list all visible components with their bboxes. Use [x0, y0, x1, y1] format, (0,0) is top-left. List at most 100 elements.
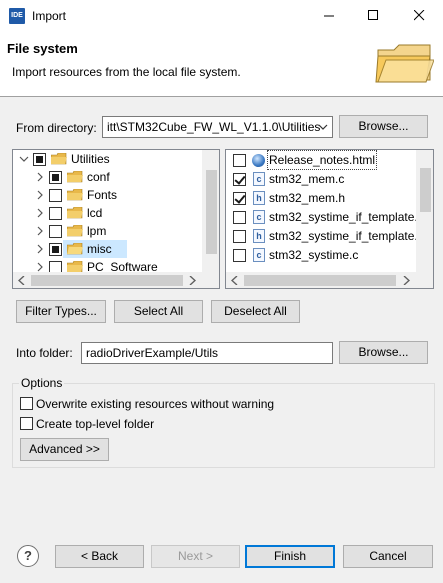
file-item-label: stm32_systime_if_template.c: [269, 210, 424, 224]
file-checkbox[interactable]: [233, 211, 246, 224]
from-directory-label: From directory:: [16, 121, 97, 135]
file-checkbox[interactable]: [233, 173, 246, 186]
chevron-right-icon[interactable]: [35, 226, 45, 236]
folder-icon: [67, 207, 83, 219]
tree-checkbox[interactable]: [49, 243, 62, 256]
scroll-right-button[interactable]: [184, 272, 201, 288]
minimize-button[interactable]: [307, 0, 351, 31]
c-file-icon: c: [253, 210, 265, 224]
advanced-button[interactable]: Advanced >>: [20, 438, 109, 461]
file-list-vertical-scrollbar[interactable]: [416, 150, 433, 272]
maximize-icon: [367, 10, 378, 20]
tree-item-misc[interactable]: misc: [13, 240, 219, 258]
file-checkbox[interactable]: [233, 192, 246, 205]
tree-item-label: lcd: [87, 206, 103, 220]
tree-checkbox[interactable]: [49, 225, 62, 238]
tree-item-label: Utilities: [71, 152, 110, 166]
from-directory-value: itt\STM32Cube_FW_WL_V1.1.0\Utilities: [107, 120, 321, 134]
c-file-icon: c: [253, 248, 265, 262]
tree-item-label: conf: [87, 170, 110, 184]
chevron-right-icon[interactable]: [35, 262, 45, 272]
chevron-down-icon[interactable]: [318, 123, 328, 131]
finish-button[interactable]: Finish: [245, 545, 335, 568]
into-folder-input[interactable]: radioDriverExample/Utils: [81, 342, 333, 364]
app-icon: IDE: [9, 8, 25, 24]
help-button[interactable]: ?: [17, 545, 39, 567]
options-legend: Options: [19, 375, 65, 391]
window-title: Import: [32, 9, 67, 23]
deselect-all-button[interactable]: Deselect All: [211, 300, 300, 323]
page-description: Import resources from the local file sys…: [12, 65, 241, 79]
file-item[interactable]: c stm32_mem.c: [226, 170, 433, 188]
file-item[interactable]: c stm32_systime_if_template.c: [226, 208, 433, 226]
tree-checkbox[interactable]: [49, 189, 62, 202]
folder-icon: [67, 189, 83, 201]
tree-vertical-scrollbar[interactable]: [202, 150, 219, 272]
tree-item-utilities[interactable]: Utilities: [13, 150, 219, 168]
file-item-label: stm32_systime.c: [269, 248, 359, 262]
scroll-right-button[interactable]: [398, 272, 415, 288]
chevron-right-icon: [189, 276, 196, 285]
tree-checkbox[interactable]: [33, 153, 46, 166]
file-item-label: stm32_mem.h: [269, 191, 346, 205]
file-checkbox[interactable]: [233, 230, 246, 243]
from-directory-browse-button[interactable]: Browse...: [339, 115, 428, 138]
chevron-right-icon[interactable]: [35, 244, 45, 254]
tree-item-fonts[interactable]: Fonts: [13, 186, 219, 204]
tree-item-lpm[interactable]: lpm: [13, 222, 219, 240]
folder-icon: [67, 225, 83, 237]
scrollbar-thumb[interactable]: [206, 170, 217, 254]
file-item[interactable]: Release_notes.html: [226, 150, 433, 170]
scrollbar-thumb[interactable]: [420, 168, 431, 212]
file-checkbox[interactable]: [233, 154, 246, 167]
top-level-folder-label[interactable]: Create top-level folder: [36, 416, 154, 432]
chevron-right-icon[interactable]: [35, 190, 45, 200]
scroll-left-button[interactable]: [13, 272, 30, 288]
c-file-icon: c: [253, 172, 265, 186]
chevron-left-icon: [231, 276, 238, 285]
into-folder-browse-button[interactable]: Browse...: [339, 341, 428, 364]
folder-icon: [51, 153, 67, 165]
folder-banner-icon: [375, 44, 434, 83]
tree-item-conf[interactable]: conf: [13, 168, 219, 186]
file-item[interactable]: h stm32_mem.h: [226, 189, 433, 207]
file-item-label: stm32_mem.c: [269, 172, 345, 186]
file-checkbox[interactable]: [233, 249, 246, 262]
help-icon: ?: [24, 548, 32, 563]
globe-icon: [252, 154, 265, 167]
h-file-icon: h: [253, 229, 265, 243]
from-directory-combo[interactable]: itt\STM32Cube_FW_WL_V1.1.0\Utilities: [102, 116, 333, 138]
tree-item-label: lpm: [87, 224, 107, 238]
folder-tree[interactable]: Utilities conf Fonts lcd lpm misc PC_Sof…: [12, 149, 220, 289]
h-file-icon: h: [253, 191, 265, 205]
top-level-folder-checkbox[interactable]: [20, 417, 33, 430]
tree-checkbox[interactable]: [49, 171, 62, 184]
filter-types-button[interactable]: Filter Types...: [16, 300, 106, 323]
file-item[interactable]: c stm32_systime.c: [226, 246, 433, 264]
next-button[interactable]: Next >: [151, 545, 240, 568]
overwrite-label[interactable]: Overwrite existing resources without war…: [36, 396, 274, 412]
tree-item-lcd[interactable]: lcd: [13, 204, 219, 222]
close-icon: [413, 10, 424, 21]
scrollbar-thumb[interactable]: [31, 275, 183, 286]
chevron-right-icon[interactable]: [35, 172, 45, 182]
select-all-button[interactable]: Select All: [114, 300, 203, 323]
tree-horizontal-scrollbar[interactable]: [13, 272, 219, 288]
file-list[interactable]: Release_notes.html c stm32_mem.c h stm32…: [225, 149, 434, 289]
back-button[interactable]: < Back: [55, 545, 144, 568]
file-item[interactable]: h stm32_systime_if_template.h: [226, 227, 433, 245]
overwrite-checkbox[interactable]: [20, 397, 33, 410]
file-item-label: stm32_systime_if_template.h: [269, 229, 425, 243]
maximize-button[interactable]: [351, 0, 395, 31]
into-folder-value: radioDriverExample/Utils: [86, 346, 219, 360]
close-button[interactable]: [397, 0, 441, 31]
chevron-left-icon: [18, 276, 25, 285]
scrollbar-thumb[interactable]: [244, 275, 396, 286]
file-list-horizontal-scrollbar[interactable]: [226, 272, 433, 288]
tree-checkbox[interactable]: [49, 207, 62, 220]
scroll-left-button[interactable]: [226, 272, 243, 288]
chevron-down-icon[interactable]: [19, 154, 29, 164]
cancel-button[interactable]: Cancel: [343, 545, 433, 568]
chevron-right-icon[interactable]: [35, 208, 45, 218]
tree-item-label: Fonts: [87, 188, 118, 202]
